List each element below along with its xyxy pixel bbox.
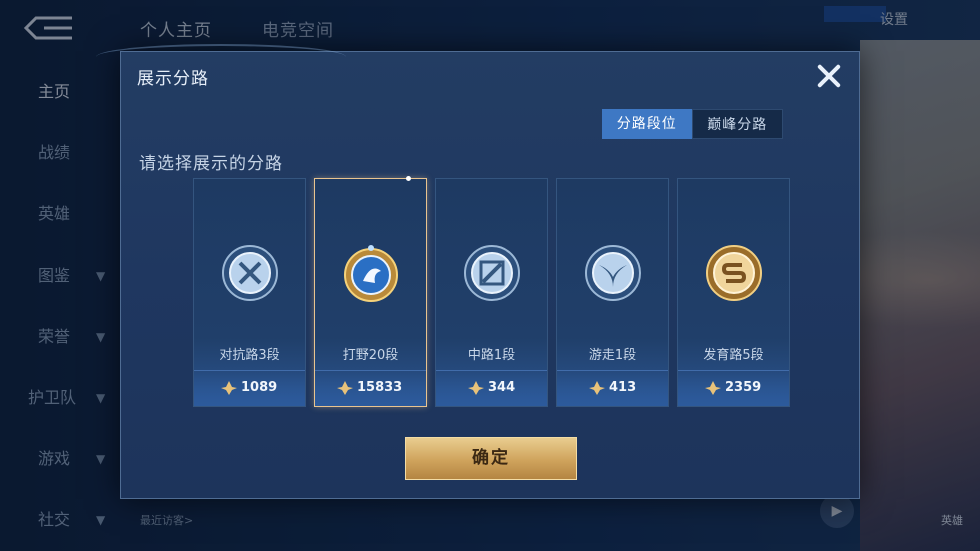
lane-name: 对抗路3段 <box>219 348 280 363</box>
lane-score: 344 <box>488 380 516 395</box>
tab-lane-rank[interactable]: 分路段位 <box>602 109 692 139</box>
roam-emblem-icon <box>585 245 641 301</box>
tab-peak-lane[interactable]: 巅峰分路 <box>691 109 783 139</box>
lane-score-bar: 1089 <box>194 370 305 406</box>
lane-name: 游走1段 <box>588 348 637 363</box>
peak-score-icon <box>468 381 484 395</box>
peak-score-icon <box>221 381 237 395</box>
lane-name: 发育路5段 <box>703 348 764 363</box>
lane-score-bar: 413 <box>557 370 668 406</box>
lane-card-farm[interactable]: 发育路5段 2359 <box>677 178 790 407</box>
peak-score-icon <box>337 381 353 395</box>
selected-indicator <box>406 176 411 181</box>
farm-lane-emblem-icon <box>706 245 762 301</box>
clash-lane-emblem-icon <box>222 245 278 301</box>
lane-score: 15833 <box>357 380 403 395</box>
lane-score: 1089 <box>241 380 278 395</box>
lane-card-roam[interactable]: 游走1段 413 <box>556 178 669 407</box>
select-lane-prompt: 请选择展示的分路 <box>139 154 283 174</box>
lane-card-mid[interactable]: 中路1段 344 <box>435 178 548 407</box>
close-icon[interactable] <box>811 58 847 94</box>
peak-score-icon <box>705 381 721 395</box>
lane-name: 中路1段 <box>467 348 516 363</box>
lane-card-clash[interactable]: 对抗路3段 1089 <box>193 178 306 407</box>
lane-card-jungle[interactable]: 打野20段 15833 <box>314 176 427 407</box>
confirm-button[interactable]: 确定 <box>405 437 577 480</box>
lane-score: 2359 <box>725 380 762 395</box>
dialog-title: 展示分路 <box>137 69 209 89</box>
lane-score-bar: 15833 <box>315 370 426 406</box>
lane-display-dialog: 展示分路 分路段位 巅峰分路 请选择展示的分路 对抗路3段 1089 打野20段… <box>96 44 860 499</box>
lane-name: 打野20段 <box>342 348 399 363</box>
jungle-emblem-icon <box>344 245 398 302</box>
lane-score: 413 <box>609 380 637 395</box>
lane-score-bar: 344 <box>436 370 547 406</box>
mid-lane-emblem-icon <box>464 245 520 301</box>
lane-score-bar: 2359 <box>678 370 789 406</box>
peak-score-icon <box>589 381 605 395</box>
lane-toggle-group: 分路段位 巅峰分路 <box>602 109 783 139</box>
